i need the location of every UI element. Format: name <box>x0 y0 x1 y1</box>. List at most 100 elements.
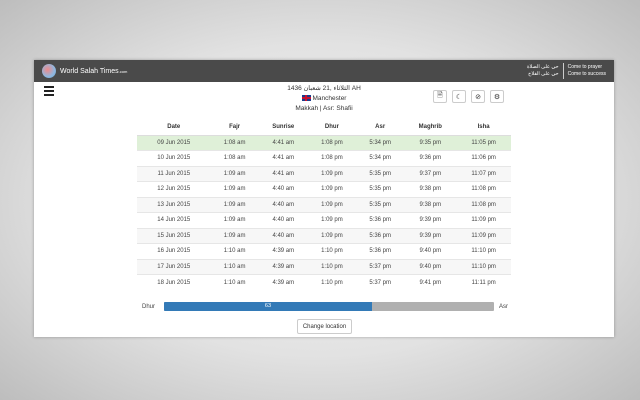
table-cell: 9:39 pm <box>404 212 457 228</box>
progress-fill: 63 <box>164 302 372 311</box>
brand-name: World Salah Times <box>60 67 119 75</box>
table-cell: 9:39 pm <box>404 227 457 244</box>
table-cell: 4:39 am <box>258 243 308 259</box>
table-cell: 1:09 pm <box>307 165 357 182</box>
table-cell: 11:07 pm <box>456 165 511 182</box>
brand[interactable]: World Salah Times.com <box>60 68 127 75</box>
table-cell: 1:08 pm <box>307 134 357 151</box>
settings-button[interactable]: ⚙ <box>490 90 504 103</box>
table-cell: 1:10 pm <box>307 274 357 290</box>
english-line-2: Come to success <box>567 71 606 77</box>
column-header: Asr <box>356 120 405 136</box>
table-cell: 1:10 am <box>210 258 259 275</box>
calc-method: Makkah | Asr: Shafii <box>295 105 353 112</box>
table-row: 15 Jun 2015 1:09 am 4:40 am 1:09 pm 5:36 pm 9… <box>137 227 511 244</box>
table-cell: 9:41 pm <box>404 274 457 290</box>
pdf-icon: 🗎 <box>437 92 443 99</box>
table-cell: 4:40 am <box>258 227 308 244</box>
brand-suffix: .com <box>118 68 128 74</box>
table-cell: 18 Jun 2015 <box>137 274 211 290</box>
table-cell: 11:10 pm <box>456 243 511 259</box>
table-cell: 17 Jun 2015 <box>137 258 211 275</box>
table-cell: 5:36 pm <box>356 243 405 259</box>
column-header: Maghrib <box>404 120 457 136</box>
ramadan-button[interactable]: ☾ <box>452 90 466 103</box>
table-row: 18 Jun 2015 1:10 am 4:39 am 1:10 pm 5:37 pm 9… <box>137 274 511 290</box>
table-cell: 5:37 pm <box>356 274 405 290</box>
table-cell: 5:34 pm <box>356 150 405 166</box>
prayer-times-table: Date Fajr Sunrise Dhur Asr Maghrib Isha 09 Jun… <box>137 120 511 290</box>
table-cell: 1:08 pm <box>307 150 357 166</box>
table-cell: 9:40 pm <box>404 258 457 275</box>
table-cell: 1:09 am <box>210 196 259 213</box>
app-window: World Salah Times.com حي على الصلاة حي عل… <box>34 60 614 337</box>
table-cell: 1:09 am <box>210 165 259 182</box>
table-row: 10 Jun 2015 1:08 am 4:41 am 1:08 pm 5:34 pm 9… <box>137 150 511 166</box>
table-cell: 5:35 pm <box>356 165 405 182</box>
table-cell: 5:36 pm <box>356 227 405 244</box>
table-cell: 11:08 pm <box>456 181 511 197</box>
table-cell: 4:40 am <box>258 196 308 213</box>
block-button[interactable]: ⊘ <box>471 90 485 103</box>
table-cell: 1:09 pm <box>307 212 357 228</box>
table-cell: 11:09 pm <box>456 227 511 244</box>
column-header: Date <box>137 120 211 136</box>
moon-icon: ☾ <box>455 93 463 101</box>
top-bar: World Salah Times.com حي على الصلاة حي عل… <box>34 60 614 82</box>
table-cell: 5:35 pm <box>356 196 405 213</box>
table-cell: 5:36 pm <box>356 212 405 228</box>
table-cell: 09 Jun 2015 <box>137 134 211 151</box>
table-cell: 5:35 pm <box>356 181 405 197</box>
table-row: 16 Jun 2015 1:10 am 4:39 am 1:10 pm 5:36 pm 9… <box>137 243 511 259</box>
table-cell: 4:41 am <box>258 165 308 182</box>
table-cell: 12 Jun 2015 <box>137 181 211 197</box>
column-header: Isha <box>456 120 511 136</box>
progress-from-label: Dhur <box>142 303 156 310</box>
table-cell: 1:09 am <box>210 181 259 197</box>
table-row-today: 09 Jun 2015 1:08 am 4:41 am 1:08 pm 5:34 pm 9… <box>137 134 511 151</box>
arabic-line-1: حي على الصلاة <box>526 64 559 70</box>
prayer-progress: Dhur 63 Asr <box>142 302 508 311</box>
arabic-line-2: حي على الفلاح <box>528 71 559 77</box>
gear-icon: ⚙ <box>493 93 501 101</box>
change-location-button[interactable]: Change location <box>297 319 352 334</box>
hijri-date: الثلاثاء ,21 شعبان 1436 AH <box>287 85 361 92</box>
table-cell: 1:09 am <box>210 227 259 244</box>
table-cell: 4:41 am <box>258 150 308 166</box>
table-cell: 11:11 pm <box>456 274 511 290</box>
table-cell: 1:10 pm <box>307 258 357 275</box>
uk-flag-icon <box>301 95 311 102</box>
english-line-1: Come to prayer <box>567 64 603 70</box>
column-header: Sunrise <box>258 120 308 136</box>
table-cell: 16 Jun 2015 <box>137 243 211 259</box>
table-cell: 13 Jun 2015 <box>137 196 211 213</box>
globe-logo-icon <box>42 64 56 78</box>
table-cell: 1:10 am <box>210 274 259 290</box>
table-cell: 5:34 pm <box>356 134 405 151</box>
table-cell: 11:05 pm <box>456 134 511 151</box>
table-cell: 9:38 pm <box>404 181 457 197</box>
table-cell: 9:40 pm <box>404 243 457 259</box>
location-info: الثلاثاء ,21 شعبان 1436 AH Manchester Ma… <box>34 84 614 114</box>
table-cell: 10 Jun 2015 <box>137 150 211 166</box>
table-cell: 11:06 pm <box>456 150 511 166</box>
table-cell: 9:35 pm <box>404 134 457 151</box>
column-header: Dhur <box>307 120 357 136</box>
table-cell: 11 Jun 2015 <box>137 165 211 182</box>
table-cell: 1:09 pm <box>307 196 357 213</box>
table-cell: 5:37 pm <box>356 258 405 275</box>
table-cell: 1:09 am <box>210 212 259 228</box>
table-cell: 1:08 am <box>210 134 259 151</box>
pdf-button[interactable]: 🗎 <box>433 90 447 103</box>
table-row: 13 Jun 2015 1:09 am 4:40 am 1:09 pm 5:35 pm 9… <box>137 196 511 213</box>
table-cell: 1:09 pm <box>307 227 357 244</box>
table-cell: 1:10 am <box>210 243 259 259</box>
table-cell: 4:39 am <box>258 258 308 275</box>
table-cell: 1:10 pm <box>307 243 357 259</box>
table-cell: 4:40 am <box>258 181 308 197</box>
table-cell: 4:39 am <box>258 274 308 290</box>
table-cell: 11:09 pm <box>456 212 511 228</box>
progress-bar: 63 <box>164 302 494 311</box>
ban-icon: ⊘ <box>475 93 481 101</box>
progress-to-label: Asr <box>499 303 508 310</box>
